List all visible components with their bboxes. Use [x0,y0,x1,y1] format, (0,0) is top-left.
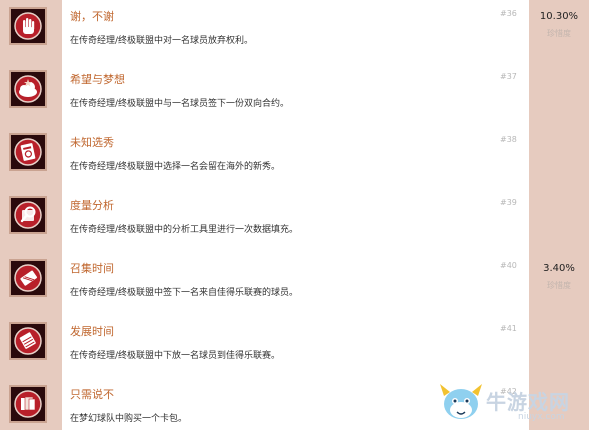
magnifier-icon [9,196,47,234]
achievement-row[interactable]: 希望与梦想 在传奇经理/终极联盟中与一名球员签下一份双向合约。 #37 [0,63,589,126]
achievement-description: 在传奇经理/终极联盟中对一名球员放弃权利。 [70,36,254,46]
achievement-description: 在传奇经理/终极联盟中下放一名球员到佳得乐联赛。 [70,351,281,361]
arrow-down-icon [9,322,47,360]
achievement-rarity: 珍惜度 [547,281,571,290]
ticket-icon [9,259,47,297]
achievement-title: 谢，不谢 [70,10,114,23]
cloud-star-icon [9,70,47,108]
achievement-description: 在传奇经理/终极联盟中的分析工具里进行一次数据填充。 [70,225,299,235]
achievement-row[interactable]: 度量分析 在传奇经理/终极联盟中的分析工具里进行一次数据填充。 #39 [0,189,589,252]
achievement-number: #40 [500,261,517,270]
watermark-url: niuyx.com [518,412,565,422]
achievement-rarity: 珍惜度 [547,29,571,38]
achievement-number: #41 [500,324,517,333]
achievement-percent: 3.40% [543,263,575,274]
achievement-title: 度量分析 [70,199,114,212]
achievement-title: 未知选秀 [70,136,114,149]
achievement-number: #36 [500,9,517,18]
achievement-number: #39 [500,198,517,207]
achievement-row[interactable]: 未知选秀 在传奇经理/终极联盟中选择一名会留在海外的新秀。 #38 [0,126,589,189]
achievement-percent: 10.30% [539,11,579,22]
achievement-row[interactable]: 谢，不谢 在传奇经理/终极联盟中对一名球员放弃权利。 #36 10.30% 珍惜… [0,0,589,63]
achievement-title: 召集时间 [70,262,114,275]
achievement-row[interactable]: 召集时间 在传奇经理/终极联盟中签下一名来自佳得乐联赛的球员。 #40 3.40… [0,252,589,315]
hand-stop-icon [9,7,47,45]
watermark-text: 牛游戏网 [486,390,570,414]
card-pack-icon [9,385,47,423]
achievement-title: 发展时间 [70,325,114,338]
achievement-description: 在梦幻球队中购买一个卡包。 [70,414,188,424]
achievement-number: #37 [500,72,517,81]
achievement-description: 在传奇经理/终极联盟中签下一名来自佳得乐联赛的球员。 [70,288,299,298]
achievement-title: 只需说不 [70,388,114,401]
achievement-number: #38 [500,135,517,144]
passport-icon [9,133,47,171]
achievement-row[interactable]: 发展时间 在传奇经理/终极联盟中下放一名球员到佳得乐联赛。 #41 [0,315,589,378]
achievement-title: 希望与梦想 [70,73,125,86]
achievement-description: 在传奇经理/终极联盟中选择一名会留在海外的新秀。 [70,162,281,172]
mascot-icon [440,384,482,419]
watermark: 牛游戏网 niuyx.com [438,378,588,430]
achievement-description: 在传奇经理/终极联盟中与一名球员签下一份双向合约。 [70,99,290,109]
